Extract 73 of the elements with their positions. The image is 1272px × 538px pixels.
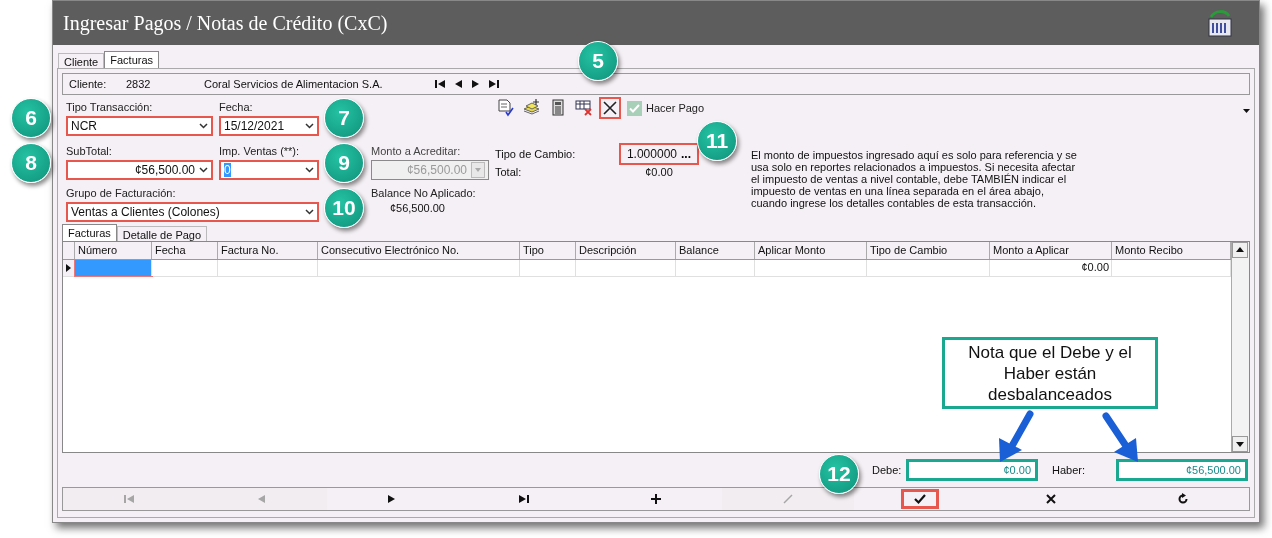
last-icon: [518, 493, 531, 505]
field-label: Monto a Acreditar:: [371, 145, 462, 158]
dropdown-field[interactable]: ¢56,500.00: [66, 160, 213, 180]
chevron-down-icon: [305, 167, 314, 173]
tab[interactable]: Facturas: [62, 224, 117, 241]
field-label: SubTotal:: [66, 145, 113, 158]
arrow: [999, 410, 1034, 462]
chevron-down-icon: [199, 167, 208, 173]
balance-amount: ¢56,500.00: [388, 202, 446, 214]
pencil-icon: [781, 493, 794, 505]
calculator-icon: [549, 99, 567, 117]
checkbox[interactable]: [627, 100, 642, 116]
client-name: Coral Servicios de Alimentacion S.A.: [204, 78, 384, 90]
dropdown-field[interactable]: NCR: [66, 116, 213, 136]
dropdown-field[interactable]: Ventas a Clientes (Colones): [66, 202, 319, 222]
scroll-down-icon[interactable]: [1232, 436, 1248, 452]
haber-field[interactable]: ¢56,500.00: [1116, 459, 1248, 481]
dropdown-caret-icon[interactable]: [1243, 109, 1250, 113]
field-label: Total:: [495, 166, 523, 178]
haber-label: Haber:: [1052, 464, 1087, 476]
refresh-icon: [1177, 493, 1190, 505]
checkmark-icon: [913, 493, 926, 505]
stack-add-icon: [523, 99, 541, 117]
tab[interactable]: Facturas: [104, 51, 160, 68]
toolbar-button[interactable]: [599, 97, 621, 119]
first-icon: [122, 493, 135, 505]
field-label: Tipo Transacción:: [66, 101, 154, 114]
client-label: Cliente:: [69, 78, 108, 90]
callout-note: Nota que el Debe y el Haber están desbalanceados: [942, 337, 1158, 409]
building-icon: [1207, 9, 1233, 37]
tax-note: El monto de impuestos ingresado aquí es solo para referencia y se usa solo en reportes relacionados a impuestos. Si necesita afectar el impuesto de ventas a nivel contable, debe TAMBIÉN indicar el impuesto de ventas en una línea separada en el área abajo, cuando ingrese los detalles contables de esta transacción.: [751, 148, 1078, 209]
checkbox-label: Hacer Pago: [646, 101, 705, 115]
debe-field[interactable]: ¢0.00: [906, 459, 1038, 481]
total-amount: ¢0.00: [644, 166, 674, 178]
tab[interactable]: Cliente: [58, 53, 105, 68]
column-header[interactable]: Balance: [676, 242, 755, 259]
column-header[interactable]: Descripción: [576, 242, 676, 259]
scroll-up-icon[interactable]: [1232, 242, 1248, 258]
step-badge: 8: [11, 143, 51, 183]
column-header[interactable]: Aplicar Monto: [755, 242, 867, 259]
field-label: Imp. Ventas (**):: [219, 145, 301, 158]
exchange-rate-field[interactable]: 1.000000 ...: [619, 143, 699, 165]
last-icon: [488, 78, 500, 90]
scrollbar[interactable]: [1231, 242, 1249, 452]
field-label: Tipo de Cambio:: [495, 148, 577, 160]
chevron-down-icon: [199, 123, 208, 129]
debe-label: Debe:: [872, 464, 903, 476]
close-icon: [601, 99, 619, 117]
checkmark-icon: [629, 103, 640, 113]
first-icon: [434, 78, 446, 90]
column-header[interactable]: Factura No.: [218, 242, 318, 259]
grid-delete-icon: [575, 99, 593, 117]
field-label: Balance No Aplicado:: [371, 187, 477, 200]
ellipsis-button[interactable]: ...: [681, 147, 691, 161]
field-label: Fecha:: [219, 101, 254, 114]
close-icon: [1045, 493, 1058, 505]
field-label: Grupo de Facturación:: [66, 187, 177, 200]
column-header[interactable]: Monto a Aplicar: [990, 242, 1112, 259]
window-title: Ingresar Pagos / Notas de Crédito (CxC): [63, 11, 388, 35]
step-badge: 6: [11, 98, 51, 138]
column-header[interactable]: Tipo: [520, 242, 576, 259]
column-header[interactable]: Tipo de Cambio: [867, 242, 990, 259]
client-number: 2832: [126, 78, 152, 90]
table-cell[interactable]: [75, 260, 152, 276]
toolbar-button[interactable]: [495, 97, 517, 119]
arrow: [1102, 412, 1138, 462]
plus-icon: [650, 493, 662, 505]
chevron-down-icon: [305, 123, 314, 129]
document-check-icon: [497, 99, 515, 117]
tab[interactable]: Detalle de Pago: [116, 226, 208, 241]
dropdown-field[interactable]: 15/12/2021: [219, 116, 319, 136]
column-header[interactable]: Consecutivo Electrónico No.: [318, 242, 520, 259]
chevron-down-icon: [305, 209, 314, 215]
